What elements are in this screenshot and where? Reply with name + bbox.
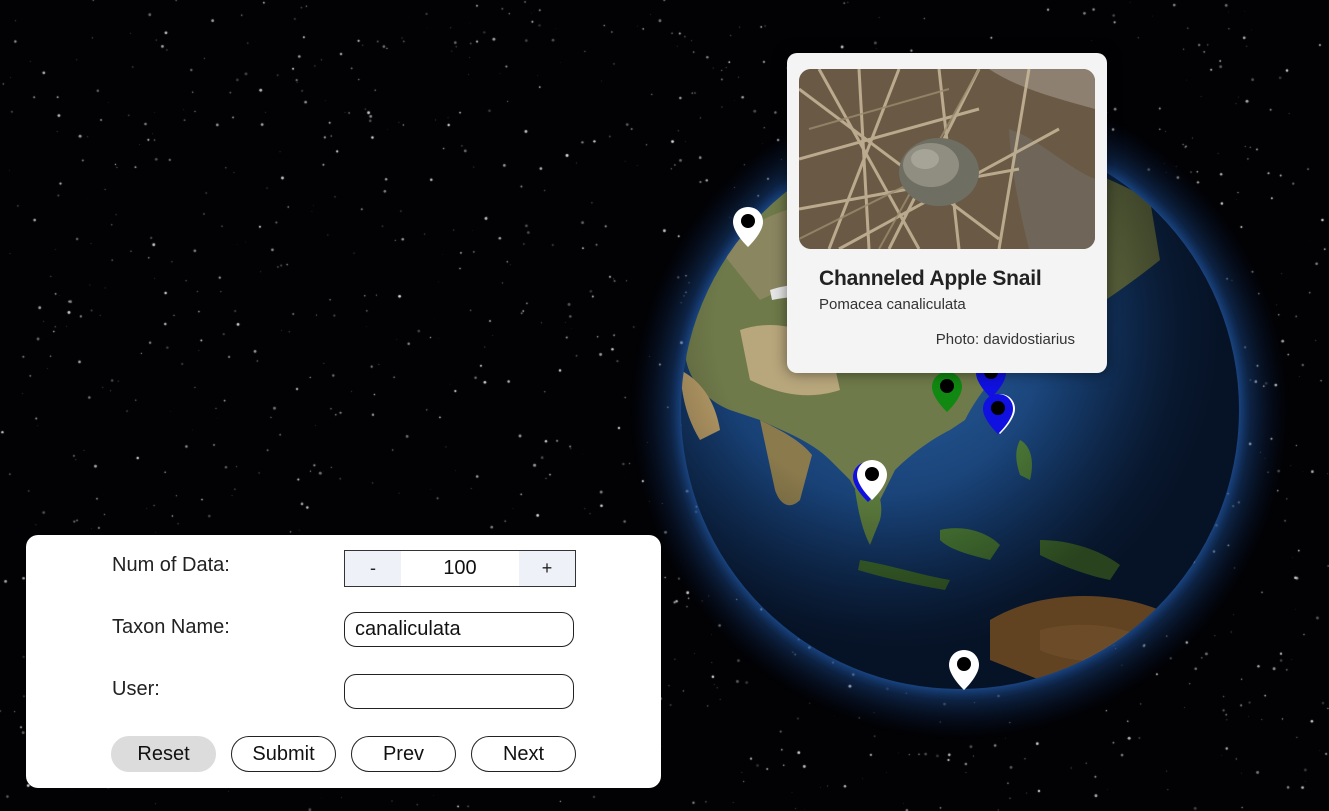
user-input[interactable] bbox=[344, 674, 574, 709]
photo-credit: Photo: davidostiarius bbox=[935, 331, 1075, 348]
reset-button[interactable]: Reset bbox=[111, 736, 216, 772]
map-pin-white[interactable] bbox=[855, 458, 889, 502]
num-of-data-value[interactable]: 100 bbox=[401, 551, 519, 586]
user-label: User: bbox=[112, 678, 160, 700]
map-pin-white[interactable] bbox=[731, 205, 765, 249]
submit-button[interactable]: Submit bbox=[231, 736, 336, 772]
prev-button[interactable]: Prev bbox=[351, 736, 456, 772]
species-popup: Channeled Apple Snail Pomacea canalicula… bbox=[787, 53, 1107, 373]
map-pin-white[interactable] bbox=[947, 648, 981, 692]
species-scientific-name: Pomacea canaliculata bbox=[819, 296, 966, 313]
num-of-data-stepper: - 100 + bbox=[344, 550, 576, 587]
map-pin-blue[interactable] bbox=[981, 392, 1015, 436]
next-button[interactable]: Next bbox=[471, 736, 576, 772]
species-photo bbox=[799, 69, 1095, 249]
num-of-data-label: Num of Data: bbox=[112, 554, 230, 576]
taxon-name-input[interactable] bbox=[344, 612, 574, 647]
decrement-button[interactable]: - bbox=[345, 551, 401, 586]
map-pin-green[interactable] bbox=[930, 370, 964, 414]
species-common-name: Channeled Apple Snail bbox=[819, 267, 1042, 290]
query-panel: Num of Data: - 100 + Taxon Name: User: R… bbox=[26, 535, 661, 788]
taxon-name-label: Taxon Name: bbox=[112, 616, 230, 638]
increment-button[interactable]: + bbox=[519, 551, 575, 586]
